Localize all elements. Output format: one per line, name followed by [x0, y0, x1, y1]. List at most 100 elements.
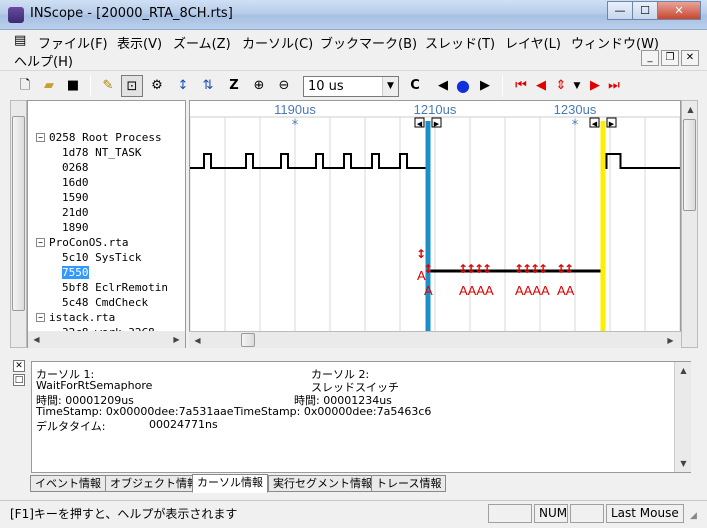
time-label: 1230us: [554, 102, 597, 117]
last-red-icon[interactable]: ⏭: [603, 75, 625, 97]
info-vscroll[interactable]: ▲ ▼: [674, 362, 691, 472]
mdi-restore-button[interactable]: ❐: [661, 50, 679, 66]
tree-expander-icon[interactable]: −: [36, 133, 45, 142]
zoom-select[interactable]: 10 us ▼: [303, 76, 399, 97]
menu-zoom[interactable]: ズーム(Z): [173, 33, 231, 52]
menu-doc-icon[interactable]: ▤: [14, 33, 26, 48]
menu-bookmark[interactable]: ブックマーク(B): [320, 33, 417, 52]
thread-tree: −0258 Root Process 1d78 NT_TASK 0268 16d0 15…: [27, 100, 186, 348]
tree-item[interactable]: 1590: [62, 191, 89, 204]
menu-layer[interactable]: レイヤ(L): [505, 33, 561, 52]
tree-item[interactable]: 1890: [62, 221, 89, 234]
timeline-view[interactable]: 1190us*1210us*1230us*◀▶◀▶↕A↕A↕↕↕↕AAAA↕↕↕…: [189, 100, 681, 348]
tab-object-info[interactable]: オブジェクト情報: [105, 475, 203, 492]
save-disk-icon[interactable]: ■: [62, 75, 84, 97]
status-bar: [F1]キーを押すと、ヘルプが表示されます NUM Last Mouse ◢: [0, 500, 707, 528]
tree-item[interactable]: 5c10 SysTick: [62, 251, 141, 264]
tree-item-label: 1d78 NT_TASK: [62, 146, 142, 159]
menu-view[interactable]: 表示(V): [117, 33, 162, 52]
tree-item-label: 5c48 CmdCheck: [62, 296, 149, 309]
pane-close-icon[interactable]: ✕: [13, 360, 25, 372]
status-num: NUM: [534, 504, 568, 523]
info-pane: ✕ □ カーソル 1: WaitForRtSemaphore 時間: 00001…: [10, 356, 693, 493]
menu-file[interactable]: ファイル(F): [38, 33, 108, 52]
tab-cursor-info[interactable]: カーソル情報: [192, 474, 268, 493]
tree-item[interactable]: 21d0: [62, 206, 89, 219]
tree-item[interactable]: −0258 Root Process: [36, 131, 162, 144]
tree-item[interactable]: 7550: [62, 266, 89, 279]
prev-red-icon[interactable]: ◀: [530, 75, 552, 97]
settings-icon[interactable]: ⚙: [146, 75, 168, 97]
scroll-up-icon[interactable]: ▲: [675, 362, 692, 379]
open-folder-icon[interactable]: ▰: [38, 75, 60, 97]
record-icon[interactable]: ●: [452, 75, 474, 97]
tree-expander-icon[interactable]: −: [36, 238, 45, 247]
scroll-left-icon[interactable]: ◀: [28, 331, 45, 348]
tree-item[interactable]: 1d78 NT_TASK: [62, 146, 141, 159]
scroll-right-icon[interactable]: ▶: [168, 331, 185, 348]
tab-event-info[interactable]: イベント情報: [30, 475, 106, 492]
tab-segment-info[interactable]: 実行セグメント情報: [268, 475, 377, 492]
event-letters: AAAA: [459, 283, 494, 298]
tree-item[interactable]: − istack.rta: [36, 311, 115, 324]
first-red-icon[interactable]: ⏮: [510, 75, 532, 97]
tree-item[interactable]: 16d0: [62, 176, 89, 189]
event-arrow-icon: ↕: [416, 247, 426, 261]
chevron-down-icon[interactable]: ▼: [382, 77, 398, 96]
pane-pin-icon[interactable]: □: [13, 374, 25, 386]
tree-item[interactable]: 5bf8 EclrRemotin: [62, 281, 168, 294]
toolbar: 🗋 ▰ ■ ✎ ⊡ ⚙ ↕ ⇅ Z ⊕ ⊖ 10 us ▼ C ◀ ● ▶ ⏮ …: [0, 70, 707, 100]
menu-bar: ▤ ファイル(F) 表示(V) ズーム(Z) カーソル(C) ブックマーク(B)…: [0, 30, 707, 70]
menu-help[interactable]: ヘルプ(H): [14, 51, 73, 70]
next-icon[interactable]: ▶: [474, 75, 496, 97]
timeline-hscroll-thumb[interactable]: [241, 333, 255, 347]
tree-item[interactable]: 0268: [62, 161, 89, 174]
zoom-in-icon[interactable]: ⊕: [248, 75, 270, 97]
menu-thread[interactable]: スレッド(T): [425, 33, 495, 52]
tree-item[interactable]: 5c48 CmdCheck: [62, 296, 148, 309]
mdi-close-button[interactable]: ✕: [681, 50, 699, 66]
minimize-button[interactable]: —: [607, 1, 633, 20]
event-letters: AA: [557, 283, 575, 298]
cursor-c-icon[interactable]: C: [404, 75, 426, 97]
scroll-down-icon[interactable]: ▼: [675, 455, 692, 472]
tree-item[interactable]: − ProConOS.rta: [36, 236, 128, 249]
tree-item-label: 1890: [62, 221, 89, 234]
close-button[interactable]: ✕: [657, 1, 701, 20]
cursor-handle-left-icon: ◀: [417, 120, 423, 128]
timeline-canvas[interactable]: 1190us*1210us*1230us*◀▶◀▶↕A↕A↕↕↕↕AAAA↕↕↕…: [190, 101, 680, 347]
status-panel-empty: [488, 504, 532, 523]
cursor1-timestamp: TimeStamp: 0x00000dee:7a531aae: [36, 405, 234, 418]
timeline-vscroll[interactable]: ▲: [681, 100, 698, 348]
search-icon[interactable]: ✎: [97, 75, 119, 97]
expand-rows-icon[interactable]: ↕: [172, 75, 194, 97]
cursor1-line: [425, 121, 431, 347]
prev-icon[interactable]: ◀: [432, 75, 454, 97]
timeline-hscroll[interactable]: ◀ ▶: [189, 331, 681, 348]
event-arrow-icon: ↕: [423, 262, 433, 276]
tree-vscroll[interactable]: [10, 100, 27, 348]
tree-item-label: istack.rta: [49, 311, 116, 324]
maximize-button[interactable]: ☐: [632, 1, 658, 20]
tree-item-label: 5bf8 EclrRemotin: [62, 281, 168, 294]
collapse-rows-icon[interactable]: ⇅: [197, 75, 219, 97]
tree-item-label: 16d0: [62, 176, 89, 189]
mdi-minimize-button[interactable]: _: [641, 50, 659, 66]
zoom-fit-icon[interactable]: Z: [223, 75, 245, 97]
scroll-left-icon[interactable]: ◀: [189, 332, 206, 349]
new-file-icon[interactable]: 🗋: [14, 75, 36, 97]
tree-hscroll[interactable]: ◀ ▶: [28, 331, 185, 348]
tree-item-label: 1590: [62, 191, 89, 204]
cursor-info-box: カーソル 1: WaitForRtSemaphore 時間: 00001209u…: [31, 361, 691, 473]
status-message: [F1]キーを押すと、ヘルプが表示されます: [10, 507, 238, 521]
menu-cursor[interactable]: カーソル(C): [242, 33, 313, 52]
tab-trace-info[interactable]: トレース情報: [371, 475, 447, 492]
tree-expander-icon[interactable]: −: [36, 313, 45, 322]
scroll-up-icon[interactable]: ▲: [682, 101, 699, 118]
select-tool-icon[interactable]: ⊡: [121, 75, 143, 97]
zoom-out-icon[interactable]: ⊖: [273, 75, 295, 97]
scroll-right-icon[interactable]: ▶: [662, 332, 679, 349]
timeline-vscroll-thumb[interactable]: [683, 119, 696, 211]
resize-grip-icon[interactable]: ◢: [690, 511, 697, 521]
tree-vscroll-thumb[interactable]: [12, 116, 25, 311]
